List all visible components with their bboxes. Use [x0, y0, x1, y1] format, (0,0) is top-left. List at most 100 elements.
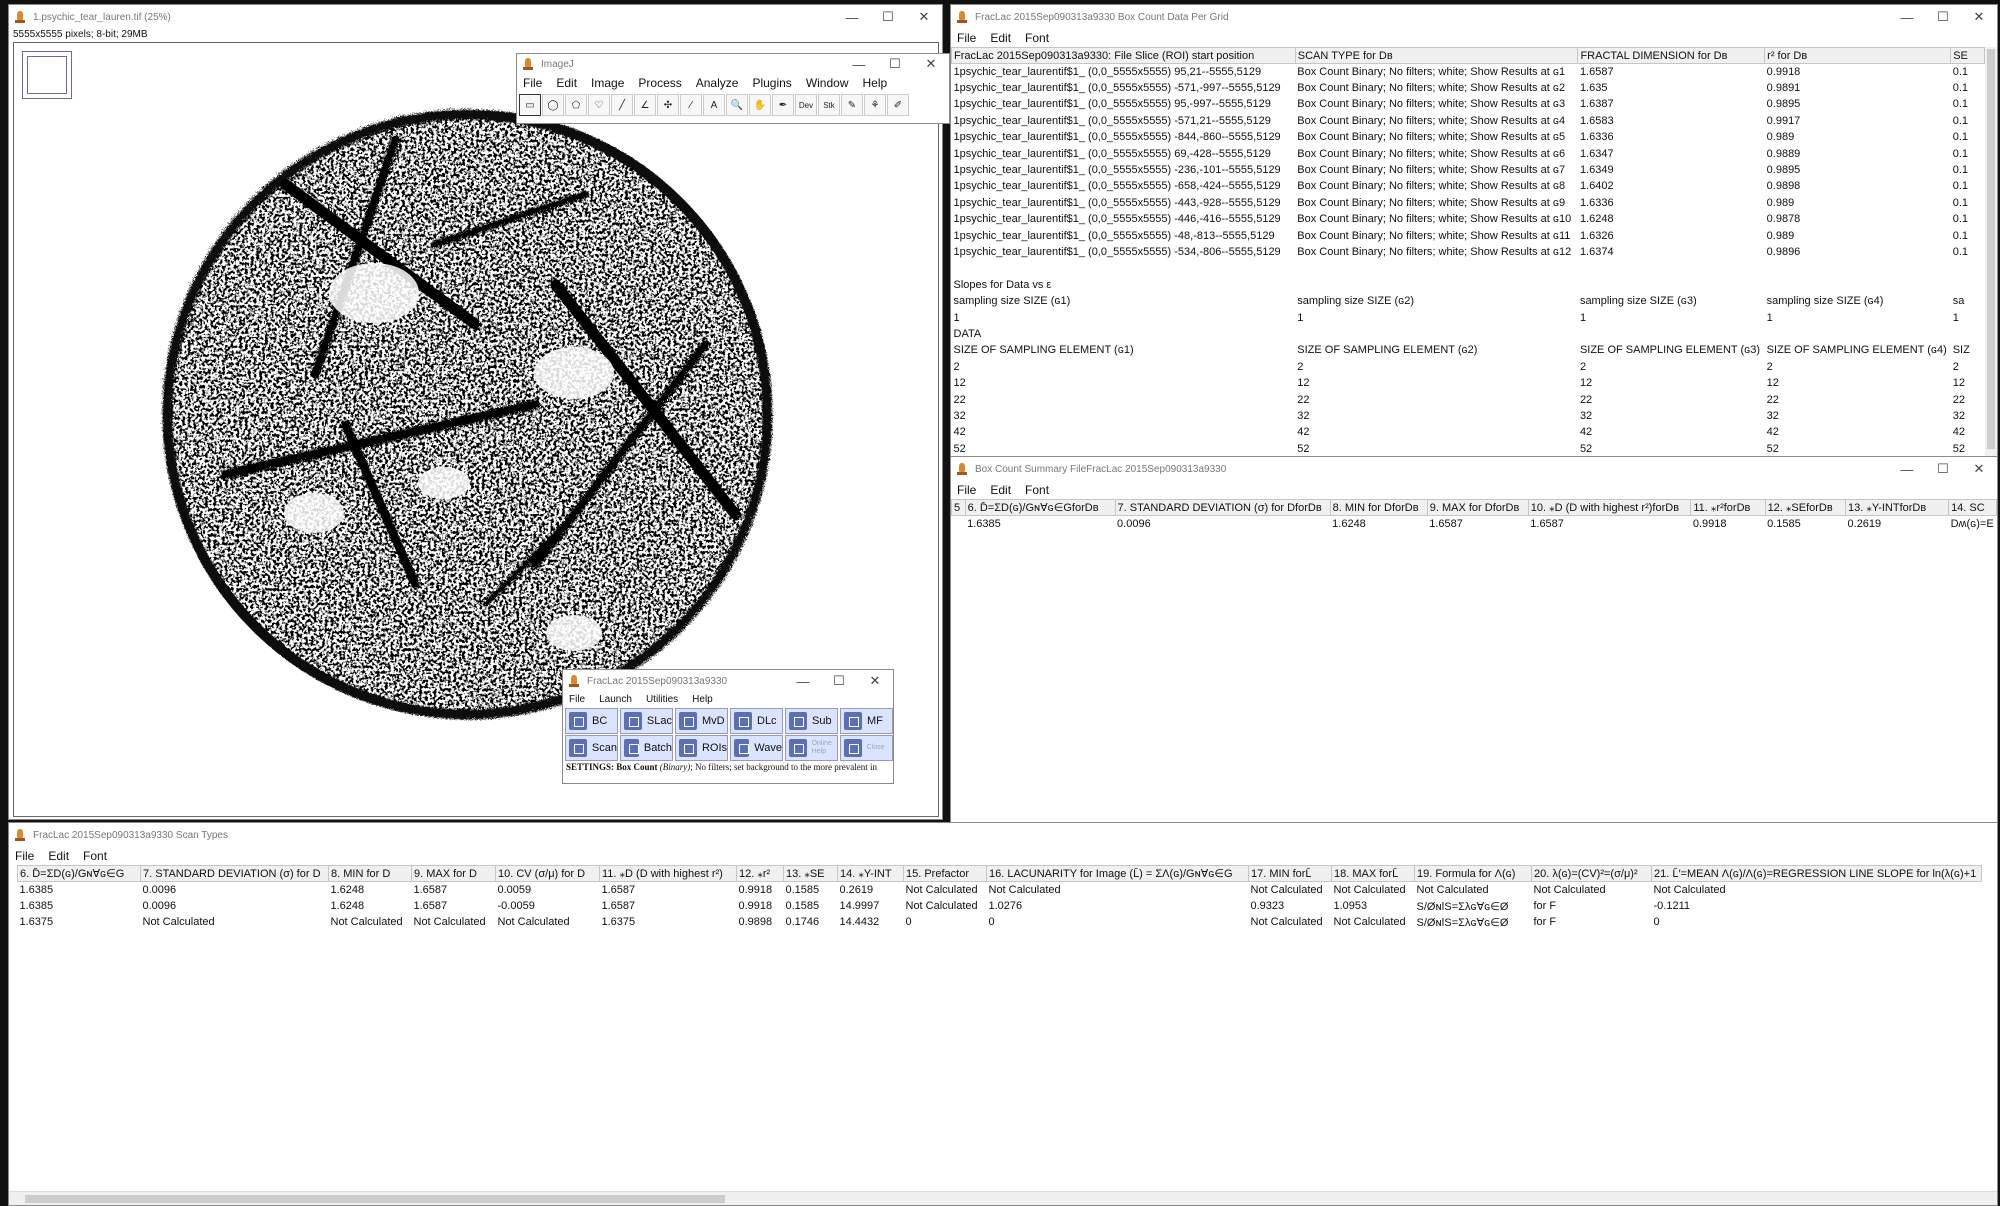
- maximize-icon[interactable]: ☐: [1925, 457, 1961, 481]
- table-row[interactable]: 1.6375 Not Calculated Not Calculated Not Ca…: [18, 914, 1982, 930]
- summary-header-2[interactable]: 7. STANDARD DEVIATION (σ) for DforDʙ: [1114, 499, 1331, 516]
- imagej-menu-plugins[interactable]: Plugins: [752, 76, 791, 90]
- imagej-titlebar[interactable]: ImageJ — ☐ ✕: [517, 54, 949, 74]
- table-row[interactable]: 1psychic_tear_laurentif$1_ (0,0_5555x555…: [952, 195, 1985, 211]
- fraclac-menu-utilities[interactable]: Utilities: [646, 694, 678, 705]
- scan-header-9[interactable]: 15. Prefactor: [903, 865, 987, 882]
- summary-header-0[interactable]: 5: [951, 499, 966, 516]
- table-row[interactable]: 1psychic_tear_laurentif$1_ (0,0_5555x555…: [952, 227, 1985, 243]
- close-button[interactable]: Close: [840, 735, 893, 761]
- table-row[interactable]: 1psychic_tear_laurentif$1_ (0,0_5555x555…: [952, 80, 1985, 96]
- scan-header-1[interactable]: 7. STANDARD DEVIATION (σ) for D: [140, 865, 329, 882]
- close-icon[interactable]: ✕: [906, 5, 942, 29]
- slac-button[interactable]: SLac: [620, 708, 673, 734]
- table-row[interactable]: sampling size SIZE (ɢ1) sampling size SIZ…: [952, 293, 1985, 309]
- table-row[interactable]: 1psychic_tear_laurentif$1_ (0,0_5555x555…: [952, 244, 1985, 260]
- minimize-icon[interactable]: —: [1889, 5, 1925, 29]
- grid-header-1[interactable]: SCAN TYPE for Dʙ: [1294, 47, 1579, 64]
- table-row[interactable]: 1psychic_tear_laurentif$1_ (0,0_5555x555…: [952, 178, 1985, 194]
- imagej-menu-window[interactable]: Window: [806, 76, 849, 90]
- mf-button[interactable]: MF: [840, 708, 893, 734]
- scan-header-7[interactable]: 13. ⁎SE: [783, 865, 838, 882]
- wand-tool-icon[interactable]: ⁄: [680, 94, 702, 116]
- scan-menu-file[interactable]: File: [15, 849, 34, 863]
- scan-header-8[interactable]: 14. ⁎Y-INT: [837, 865, 904, 882]
- close-icon[interactable]: ✕: [857, 670, 893, 692]
- grid-menu-file[interactable]: File: [957, 31, 976, 45]
- summary-header-7[interactable]: 12. ⁎SEforDʙ: [1764, 499, 1847, 516]
- dlc-button[interactable]: DLc: [730, 708, 783, 734]
- fraclac-menu-help[interactable]: Help: [692, 694, 713, 705]
- table-row[interactable]: 1psychic_tear_laurentif$1_ (0,0_5555x555…: [952, 64, 1985, 80]
- scan-menu-font[interactable]: Font: [83, 849, 107, 863]
- rectangle-tool-icon[interactable]: ▭: [519, 94, 541, 116]
- imagej-menu-process[interactable]: Process: [638, 76, 681, 90]
- mvd-button[interactable]: MvD: [675, 708, 728, 734]
- summary-header-4[interactable]: 9. MAX for DforDʙ: [1426, 499, 1529, 516]
- data-per-grid-vscroll[interactable]: [1985, 47, 1997, 459]
- grid-header-3[interactable]: r² for Dʙ: [1764, 47, 1952, 64]
- imagej-menu-edit[interactable]: Edit: [556, 76, 577, 90]
- table-row[interactable]: [952, 260, 1985, 276]
- scan-header-15[interactable]: 21. L̄′=MEAN Λ(ɢ)/Λ(ɢ)=REGRESSION LINE S…: [1651, 865, 1982, 882]
- table-row[interactable]: 32 32 32 32 32: [952, 408, 1985, 424]
- scan-header-14[interactable]: 20. λ(ɢ)=(CV)²=(σ/μ)²: [1531, 865, 1652, 882]
- table-row[interactable]: 1.6385 0.0096 1.6248 1.6587 1.6587 0.9918 0.15…: [952, 516, 1997, 532]
- line-tool-icon[interactable]: ╱: [611, 94, 633, 116]
- table-row[interactable]: 1 1 1 1 1: [952, 309, 1985, 325]
- image-window-titlebar[interactable]: 1.psychic_tear_lauren.tif (25%) — ☐ ✕: [9, 5, 942, 29]
- freehand-tool-icon[interactable]: ♡: [588, 94, 610, 116]
- close-icon[interactable]: ✕: [1961, 5, 1997, 29]
- scan-header-11[interactable]: 17. MIN forL̄: [1248, 865, 1332, 882]
- table-row[interactable]: 1psychic_tear_laurentif$1_ (0,0_5555x555…: [952, 129, 1985, 145]
- scan-header-3[interactable]: 9. MAX for D: [411, 865, 496, 882]
- table-row[interactable]: 1.6385 0.0096 1.6248 1.6587 0.0059 1.6587 0.99…: [18, 882, 1982, 898]
- imagej-menu-analyze[interactable]: Analyze: [696, 76, 739, 90]
- grid-header-4[interactable]: SE: [1950, 47, 1985, 64]
- flood-tool-icon[interactable]: ⚘: [864, 94, 886, 116]
- table-row[interactable]: 1.6385 0.0096 1.6248 1.6587 -0.0059 1.6587 0.9…: [18, 898, 1982, 914]
- fraclac-menu-file[interactable]: File: [569, 694, 585, 705]
- table-row[interactable]: 1psychic_tear_laurentif$1_ (0,0_5555x555…: [952, 211, 1985, 227]
- scan-header-4[interactable]: 10. CV (σ/μ) for D: [495, 865, 600, 882]
- table-row[interactable]: 2 2 2 2 2: [952, 359, 1985, 375]
- table-row[interactable]: 12 12 12 12 12: [952, 375, 1985, 391]
- online-help-button[interactable]: Online Help: [785, 735, 838, 761]
- summary-header-1[interactable]: 6. D̄=ΣD(ɢ)/GɴⱯɢ∈GforDʙ: [964, 499, 1116, 516]
- imagej-menu-file[interactable]: File: [523, 76, 542, 90]
- maximize-icon[interactable]: ☐: [877, 54, 913, 74]
- table-row[interactable]: Slopes for Data vs ε: [952, 277, 1985, 293]
- grid-menu-font[interactable]: Font: [1025, 31, 1049, 45]
- summary-header-3[interactable]: 8. MIN for DforDʙ: [1329, 499, 1428, 516]
- point-tool-icon[interactable]: ✣: [657, 94, 679, 116]
- summary-header-9[interactable]: 14. SC: [1948, 499, 1997, 516]
- sub-button[interactable]: Sub: [785, 708, 838, 734]
- polygon-tool-icon[interactable]: ⬠: [565, 94, 587, 116]
- scan-header-13[interactable]: 19. Formula for Λ(ɢ): [1414, 865, 1532, 882]
- summary-header-5[interactable]: 10. ⁎D (D with highest r²)forDʙ: [1527, 499, 1692, 516]
- table-row[interactable]: 1psychic_tear_laurentif$1_ (0,0_5555x555…: [952, 145, 1985, 161]
- dev-tool-icon[interactable]: Dev: [795, 94, 817, 116]
- fraclac-titlebar[interactable]: FracLac 2015Sep090313a9330 — ☐ ✕: [563, 670, 893, 692]
- scan-button[interactable]: Scan: [565, 735, 618, 761]
- summary-header-6[interactable]: 11. ⁎r²forDʙ: [1690, 499, 1766, 516]
- minimize-icon[interactable]: —: [834, 5, 870, 29]
- grid-menu-edit[interactable]: Edit: [990, 31, 1011, 45]
- scan-header-12[interactable]: 18. MAX forL̄: [1331, 865, 1415, 882]
- wave-button[interactable]: Wave: [730, 735, 783, 761]
- scan-header-10[interactable]: 16. LACUNARITY for Image (L̄) = ΣΛ(ɢ)/Gɴ…: [986, 865, 1249, 882]
- maximize-icon[interactable]: ☐: [1925, 5, 1961, 29]
- summary-menu-edit[interactable]: Edit: [990, 483, 1011, 497]
- summary-header-8[interactable]: 13. ⁎Y-INTforDʙ: [1845, 499, 1950, 516]
- minimize-icon[interactable]: —: [841, 54, 877, 74]
- table-row[interactable]: DATA: [952, 326, 1985, 342]
- maximize-icon[interactable]: ☐: [821, 670, 857, 692]
- batch-button[interactable]: Batch: [620, 735, 673, 761]
- stk-tool-icon[interactable]: Stk: [818, 94, 840, 116]
- pencil-tool-icon[interactable]: ✐: [887, 94, 909, 116]
- table-row[interactable]: 22 22 22 22 22: [952, 391, 1985, 407]
- scan-types-titlebar[interactable]: FracLac 2015Sep090313a9330 Scan Types: [9, 823, 1997, 847]
- rois-button[interactable]: ROIs: [675, 735, 728, 761]
- minimize-icon[interactable]: —: [1889, 457, 1925, 481]
- table-row[interactable]: 42 42 42 42 42: [952, 424, 1985, 440]
